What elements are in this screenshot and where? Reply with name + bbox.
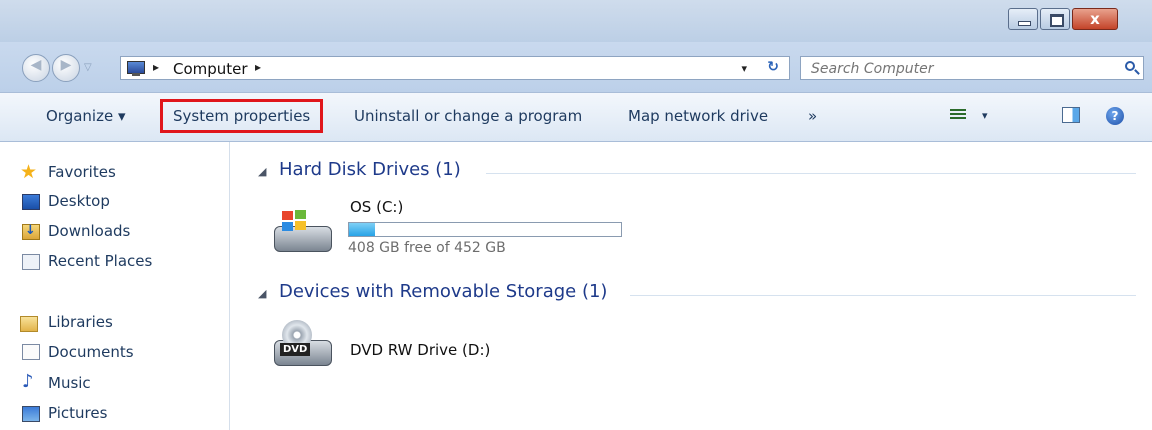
documents-icon <box>22 344 40 360</box>
libraries-folder-icon <box>20 316 38 332</box>
drive-name-c[interactable]: OS (C:) <box>350 198 403 216</box>
command-bar: Organize ▾ System properties Uninstall o… <box>0 92 1152 142</box>
address-bar[interactable]: ▸ Computer ▸ ▾ ↻ <box>120 56 790 80</box>
nav-downloads[interactable]: Downloads <box>48 222 130 240</box>
system-properties-button[interactable]: System properties <box>160 99 324 133</box>
capacity-bar-fill <box>349 223 376 236</box>
breadcrumb-separator-icon[interactable]: ▸ <box>153 60 159 74</box>
group-divider <box>630 295 1136 296</box>
search-icon[interactable] <box>1125 61 1135 71</box>
nav-favorites[interactable]: Favorites <box>48 163 116 181</box>
group-header-hard-disk[interactable]: Hard Disk Drives (1) <box>279 159 461 180</box>
nav-libraries[interactable]: Libraries <box>48 313 113 331</box>
content-pane: ◢ Hard Disk Drives (1) OS (C:) 408 GB fr… <box>230 142 1152 430</box>
windows-logo-icon <box>282 210 308 232</box>
group-divider <box>486 173 1136 174</box>
capacity-bar <box>348 222 622 237</box>
more-commands-button[interactable]: » <box>808 107 817 125</box>
free-space-text: 408 GB free of 452 GB <box>348 240 506 256</box>
recent-pages-dropdown-icon[interactable]: ▽ <box>84 62 92 73</box>
forward-arrow-icon: ▶ <box>60 57 72 73</box>
back-button[interactable]: ◀ <box>22 54 50 82</box>
nav-pictures[interactable]: Pictures <box>48 404 107 422</box>
downloads-folder-icon <box>22 223 40 240</box>
nav-recent-places[interactable]: Recent Places <box>48 252 152 270</box>
preview-pane-icon[interactable] <box>1062 107 1080 123</box>
forward-button[interactable]: ▶ <box>52 54 80 82</box>
computer-icon <box>127 61 145 76</box>
maximize-button[interactable] <box>1040 8 1070 30</box>
uninstall-program-button[interactable]: Uninstall or change a program <box>354 107 582 125</box>
map-network-drive-button[interactable]: Map network drive <box>628 107 768 125</box>
change-view-icon[interactable] <box>950 109 966 123</box>
star-icon: ★ <box>20 161 38 183</box>
nav-desktop[interactable]: Desktop <box>48 192 110 210</box>
address-dropdown-icon[interactable]: ▾ <box>741 62 747 75</box>
view-options-dropdown-icon[interactable]: ▾ <box>982 109 988 122</box>
minimize-button[interactable] <box>1008 8 1038 30</box>
navigation-pane: ★ Favorites Desktop Downloads Recent Pla… <box>0 142 230 430</box>
explorer-window: x ◀ ▶ ▽ ▸ Computer ▸ ▾ ↻ Organize ▾ Syst… <box>0 0 1152 430</box>
organize-button[interactable]: Organize ▾ <box>46 107 126 125</box>
group-header-removable[interactable]: Devices with Removable Storage (1) <box>279 281 607 302</box>
recent-places-icon <box>22 254 40 270</box>
nav-documents[interactable]: Documents <box>48 343 134 361</box>
refresh-icon[interactable]: ↻ <box>767 59 779 75</box>
search-box <box>800 56 1144 80</box>
breadcrumb-computer[interactable]: Computer <box>173 60 248 78</box>
dvd-badge: DVD <box>280 343 311 356</box>
dvd-drive-icon[interactable]: DVD <box>274 320 332 366</box>
breadcrumb-separator-icon[interactable]: ▸ <box>255 60 261 74</box>
close-button[interactable]: x <box>1072 8 1118 30</box>
navigation-bar: ◀ ▶ ▽ ▸ Computer ▸ ▾ ↻ <box>0 42 1152 92</box>
desktop-icon <box>22 194 40 210</box>
collapse-group-icon[interactable]: ◢ <box>258 165 266 178</box>
back-arrow-icon: ◀ <box>30 57 42 73</box>
drive-name-d[interactable]: DVD RW Drive (D:) <box>350 341 490 359</box>
search-input[interactable] <box>809 59 1103 79</box>
collapse-group-icon[interactable]: ◢ <box>258 287 266 300</box>
pictures-icon <box>22 406 40 422</box>
nav-music[interactable]: Music <box>48 374 91 392</box>
help-icon[interactable]: ? <box>1106 107 1124 125</box>
close-icon: x <box>1090 10 1100 28</box>
title-bar: x <box>0 0 1152 42</box>
music-note-icon: ♪ <box>22 371 34 392</box>
hard-drive-icon[interactable] <box>274 210 332 254</box>
